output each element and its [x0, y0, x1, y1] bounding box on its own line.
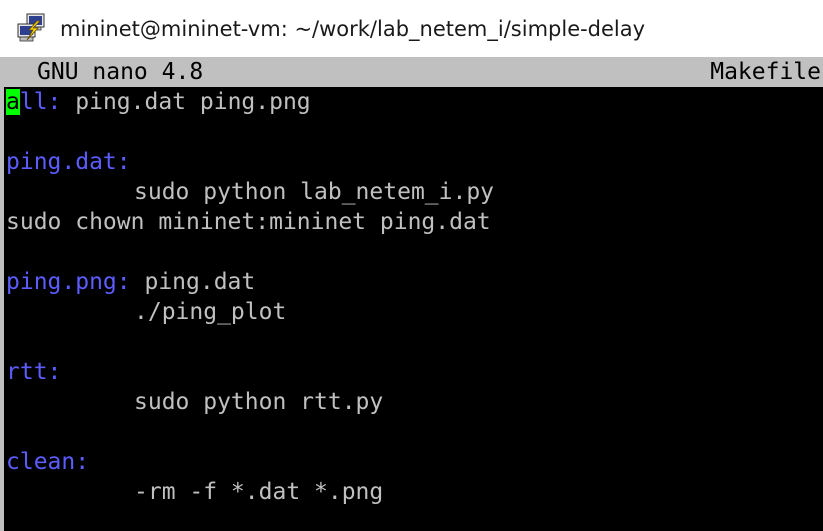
- nano-filename-label: Makefile: [710, 59, 821, 85]
- editor-line-13[interactable]: clean:: [6, 447, 89, 477]
- editor-line-8[interactable]: ./ping_plot: [6, 297, 286, 327]
- putty-terminal-icon: [15, 12, 47, 44]
- text-cursor: a: [6, 89, 20, 115]
- make-prerequisites: ping.dat: [130, 269, 256, 295]
- editor-line-3[interactable]: ping.dat:: [6, 147, 131, 177]
- make-command: -rm -f *.dat *.png: [134, 479, 384, 505]
- editor-line-7[interactable]: ping.png: ping.dat: [6, 267, 255, 297]
- make-target: ll:: [19, 89, 62, 115]
- make-command: sudo python rtt.py: [134, 389, 384, 415]
- editor-line-5[interactable]: sudo chown mininet:mininet ping.dat: [6, 207, 491, 237]
- window-titlebar[interactable]: mininet@mininet-vm: ~/work/lab_netem_i/s…: [0, 0, 823, 57]
- editor-line-14[interactable]: -rm -f *.dat *.png: [6, 477, 383, 507]
- editor-line-4[interactable]: sudo python lab_netem_i.py: [6, 177, 494, 207]
- make-target: ping.dat:: [6, 149, 131, 175]
- window-title: mininet@mininet-vm: ~/work/lab_netem_i/s…: [60, 17, 646, 41]
- make-command: ./ping_plot: [134, 299, 287, 325]
- terminal-screen[interactable]: GNU nano 4.8 Makefile all: ping.dat ping…: [0, 57, 823, 531]
- editor-line-1[interactable]: all: ping.dat ping.png: [6, 87, 311, 117]
- make-target: clean:: [6, 449, 90, 475]
- nano-version-label: GNU nano 4.8: [37, 59, 204, 85]
- editor-line-11[interactable]: sudo python rtt.py: [6, 387, 383, 417]
- make-command: sudo python lab_netem_i.py: [134, 179, 495, 205]
- make-target: rtt:: [6, 359, 62, 385]
- make-prerequisites: ping.dat ping.png: [61, 89, 311, 115]
- make-target: ping.png:: [6, 269, 131, 295]
- editor-line-10[interactable]: rtt:: [6, 357, 61, 387]
- nano-title-bar: GNU nano 4.8 Makefile: [4, 57, 823, 87]
- make-command: sudo chown mininet:mininet ping.dat: [6, 209, 491, 235]
- terminal-window: mininet@mininet-vm: ~/work/lab_netem_i/s…: [0, 0, 823, 531]
